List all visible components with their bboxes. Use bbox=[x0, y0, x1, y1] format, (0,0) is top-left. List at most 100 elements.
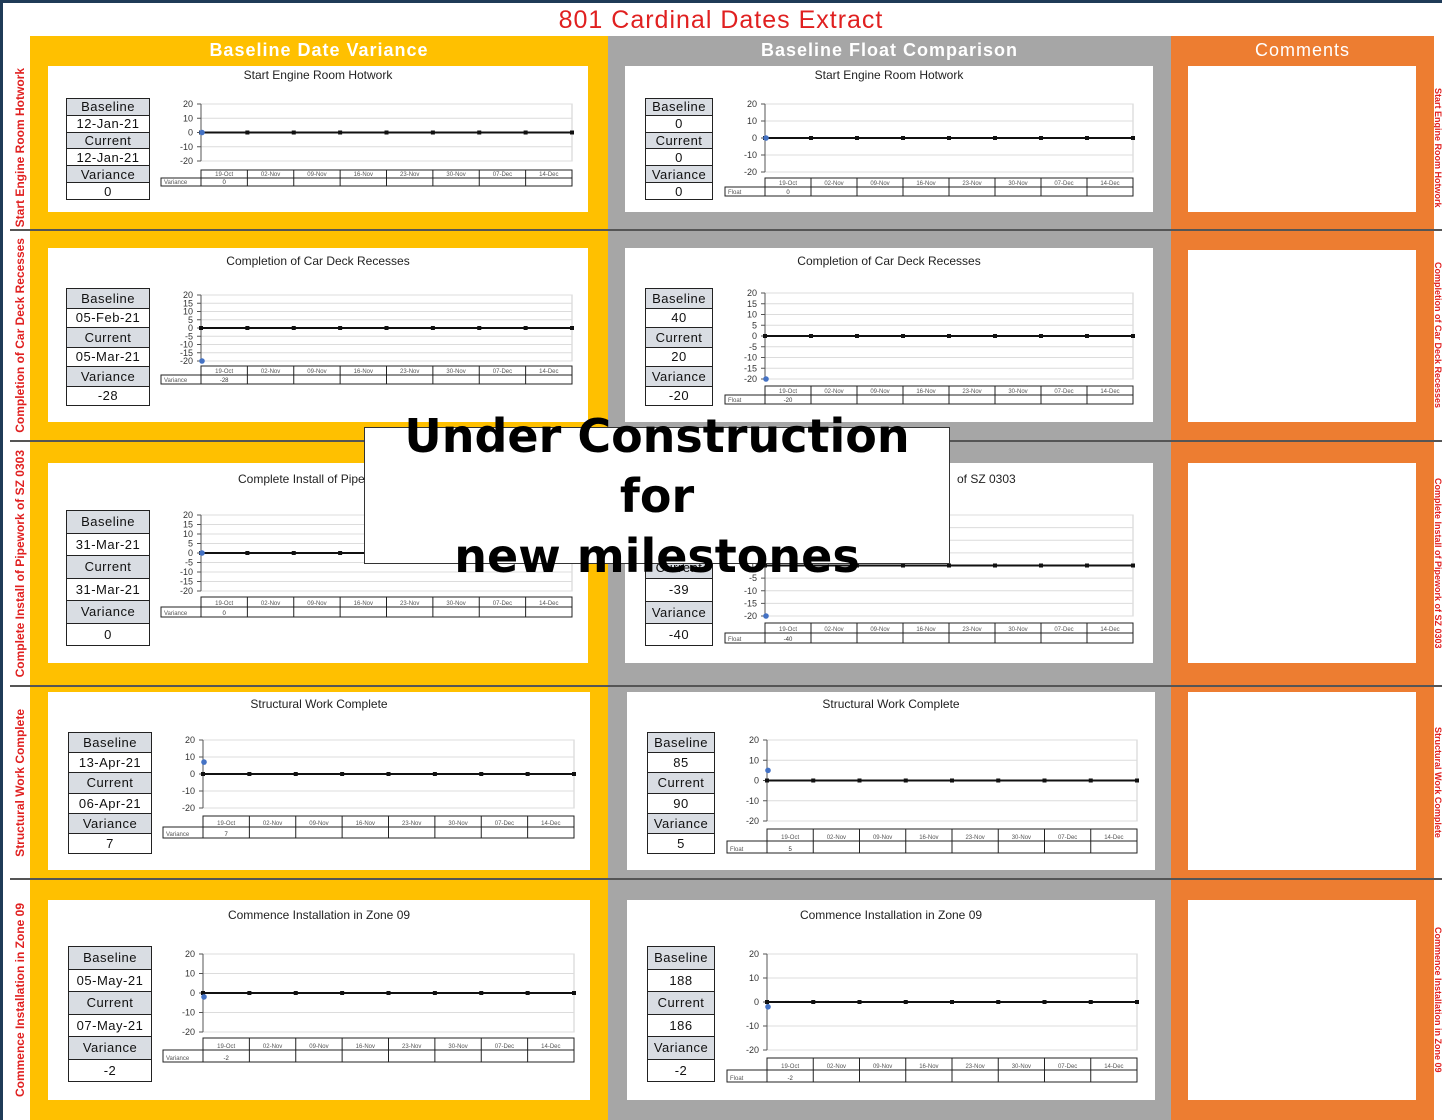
zero-line-marker bbox=[525, 772, 530, 776]
x-tick-label: 02-Nov bbox=[263, 821, 282, 827]
x-tick-label: 30-Nov bbox=[446, 601, 465, 607]
comment-box[interactable] bbox=[1188, 463, 1416, 663]
y-tick-label: 20 bbox=[183, 510, 193, 520]
y-tick-label: 0 bbox=[188, 128, 193, 138]
baseline-float-box: Baseline 0 Current 0 Variance 0 bbox=[645, 98, 713, 200]
y-tick-label: 5 bbox=[752, 320, 757, 330]
row-label-right: Completion of Car Deck Recesses bbox=[1434, 262, 1442, 409]
chart-title: Completion of Car Deck Recesses bbox=[226, 254, 409, 268]
data-table-value: -2 bbox=[787, 1076, 793, 1082]
comment-box[interactable] bbox=[1188, 900, 1416, 1100]
zero-line-marker bbox=[765, 1000, 769, 1004]
x-tick-label: 19-Oct bbox=[215, 601, 233, 607]
x-tick-label: 16-Nov bbox=[916, 627, 935, 633]
data-table-row-label: Variance bbox=[166, 1056, 190, 1062]
baseline-value: 85 bbox=[648, 753, 714, 774]
zero-line-marker bbox=[1131, 334, 1135, 338]
y-tick-label: -10 bbox=[180, 142, 193, 152]
zero-line-marker bbox=[903, 1000, 908, 1004]
x-tick-label: 16-Nov bbox=[916, 389, 935, 395]
y-tick-label: -15 bbox=[744, 598, 757, 608]
baseline-value: 0 bbox=[646, 116, 712, 133]
x-tick-label: 09-Nov bbox=[309, 821, 328, 827]
variance-value: -2 bbox=[103, 1062, 117, 1078]
zero-line-marker bbox=[993, 563, 997, 568]
y-tick-label: 10 bbox=[749, 755, 759, 765]
x-tick-label: 23-Nov bbox=[402, 821, 421, 827]
data-table-value: -40 bbox=[784, 637, 793, 643]
zero-line-marker bbox=[1135, 1000, 1139, 1004]
y-tick-label: -20 bbox=[180, 586, 193, 596]
zero-line-marker bbox=[525, 991, 530, 995]
data-point bbox=[765, 1004, 771, 1010]
x-tick-label: 02-Nov bbox=[824, 389, 843, 395]
y-tick-label: -5 bbox=[185, 558, 193, 568]
zero-line-marker bbox=[950, 1000, 954, 1004]
y-tick-label: -10 bbox=[746, 1021, 759, 1031]
zero-line-marker bbox=[996, 778, 1001, 783]
x-tick-label: 23-Nov bbox=[402, 1044, 421, 1050]
comment-box[interactable] bbox=[1188, 692, 1416, 870]
y-tick-label: 10 bbox=[747, 116, 757, 126]
row-divider bbox=[10, 685, 1442, 687]
x-tick-label: 07-Dec bbox=[493, 172, 512, 178]
zero-line-marker bbox=[384, 130, 389, 135]
y-tick-label: 0 bbox=[752, 331, 757, 341]
x-tick-label: 07-Dec bbox=[493, 601, 512, 607]
x-tick-label: 19-Oct bbox=[779, 389, 797, 395]
data-table-row-label: Float bbox=[728, 637, 742, 643]
zero-line-marker bbox=[1088, 1000, 1093, 1004]
baseline-value: 05-Feb-21 bbox=[67, 309, 149, 328]
variance-label: Variance bbox=[67, 166, 149, 184]
x-tick-label: 23-Nov bbox=[400, 369, 419, 375]
x-tick-label: 09-Nov bbox=[309, 1044, 328, 1050]
x-tick-label: 14-Dec bbox=[539, 601, 558, 607]
variance-label: Variance bbox=[69, 813, 151, 834]
x-tick-label: 19-Oct bbox=[779, 627, 797, 633]
y-tick-label: -20 bbox=[746, 1045, 759, 1055]
data-table-row-label: Float bbox=[730, 1076, 744, 1082]
x-tick-label: 02-Nov bbox=[261, 601, 280, 607]
comment-box[interactable] bbox=[1188, 66, 1416, 212]
data-point bbox=[199, 129, 205, 136]
data-table-value: -28 bbox=[220, 378, 229, 384]
current-value: 07-May-21 bbox=[69, 1015, 151, 1037]
x-tick-label: 30-Nov bbox=[1008, 389, 1027, 395]
zero-line-marker bbox=[523, 326, 528, 330]
variance-value: -20 bbox=[668, 388, 690, 404]
y-tick-label: -20 bbox=[180, 356, 193, 366]
page-title: 801 Cardinal Dates Extract bbox=[558, 6, 884, 34]
data-point bbox=[765, 767, 771, 774]
baseline-date-box: Baseline 13-Apr-21 Current 06-Apr-21 Var… bbox=[68, 732, 152, 854]
x-tick-label: 16-Nov bbox=[916, 181, 935, 187]
zero-line-marker bbox=[1042, 1000, 1047, 1004]
current-label: Current bbox=[646, 132, 712, 150]
x-tick-label: 07-Dec bbox=[495, 821, 514, 827]
zero-line-marker bbox=[1131, 563, 1135, 568]
baseline-label: Baseline bbox=[69, 733, 151, 754]
variance-label: Variance bbox=[646, 367, 712, 387]
x-tick-label: 09-Nov bbox=[307, 172, 326, 178]
zero-line-marker bbox=[1088, 778, 1093, 783]
chart-title: Structural Work Complete bbox=[250, 697, 387, 711]
zero-line-marker bbox=[340, 772, 345, 776]
baseline-label: Baseline bbox=[648, 947, 714, 970]
top-border bbox=[0, 0, 1442, 3]
variance-label: Variance bbox=[69, 1037, 151, 1060]
x-tick-label: 02-Nov bbox=[824, 181, 843, 187]
zero-line-marker bbox=[338, 551, 343, 555]
baseline-label: Baseline bbox=[67, 511, 149, 534]
x-tick-label: 23-Nov bbox=[965, 1064, 984, 1070]
x-tick-label: 14-Dec bbox=[1100, 627, 1119, 633]
y-tick-label: 15 bbox=[183, 520, 193, 530]
y-tick-label: 10 bbox=[747, 310, 757, 320]
x-tick-label: 30-Nov bbox=[448, 1044, 467, 1050]
row-label-left: Commence Installation in Zone 09 bbox=[13, 902, 27, 1098]
zero-line-marker bbox=[996, 1000, 1001, 1004]
current-value: 05-Mar-21 bbox=[67, 348, 149, 367]
comment-box[interactable] bbox=[1188, 250, 1416, 422]
y-tick-label: 5 bbox=[188, 539, 193, 549]
zero-line-marker bbox=[1039, 136, 1043, 140]
zero-line-marker bbox=[293, 991, 298, 995]
zero-line-marker bbox=[903, 778, 908, 783]
